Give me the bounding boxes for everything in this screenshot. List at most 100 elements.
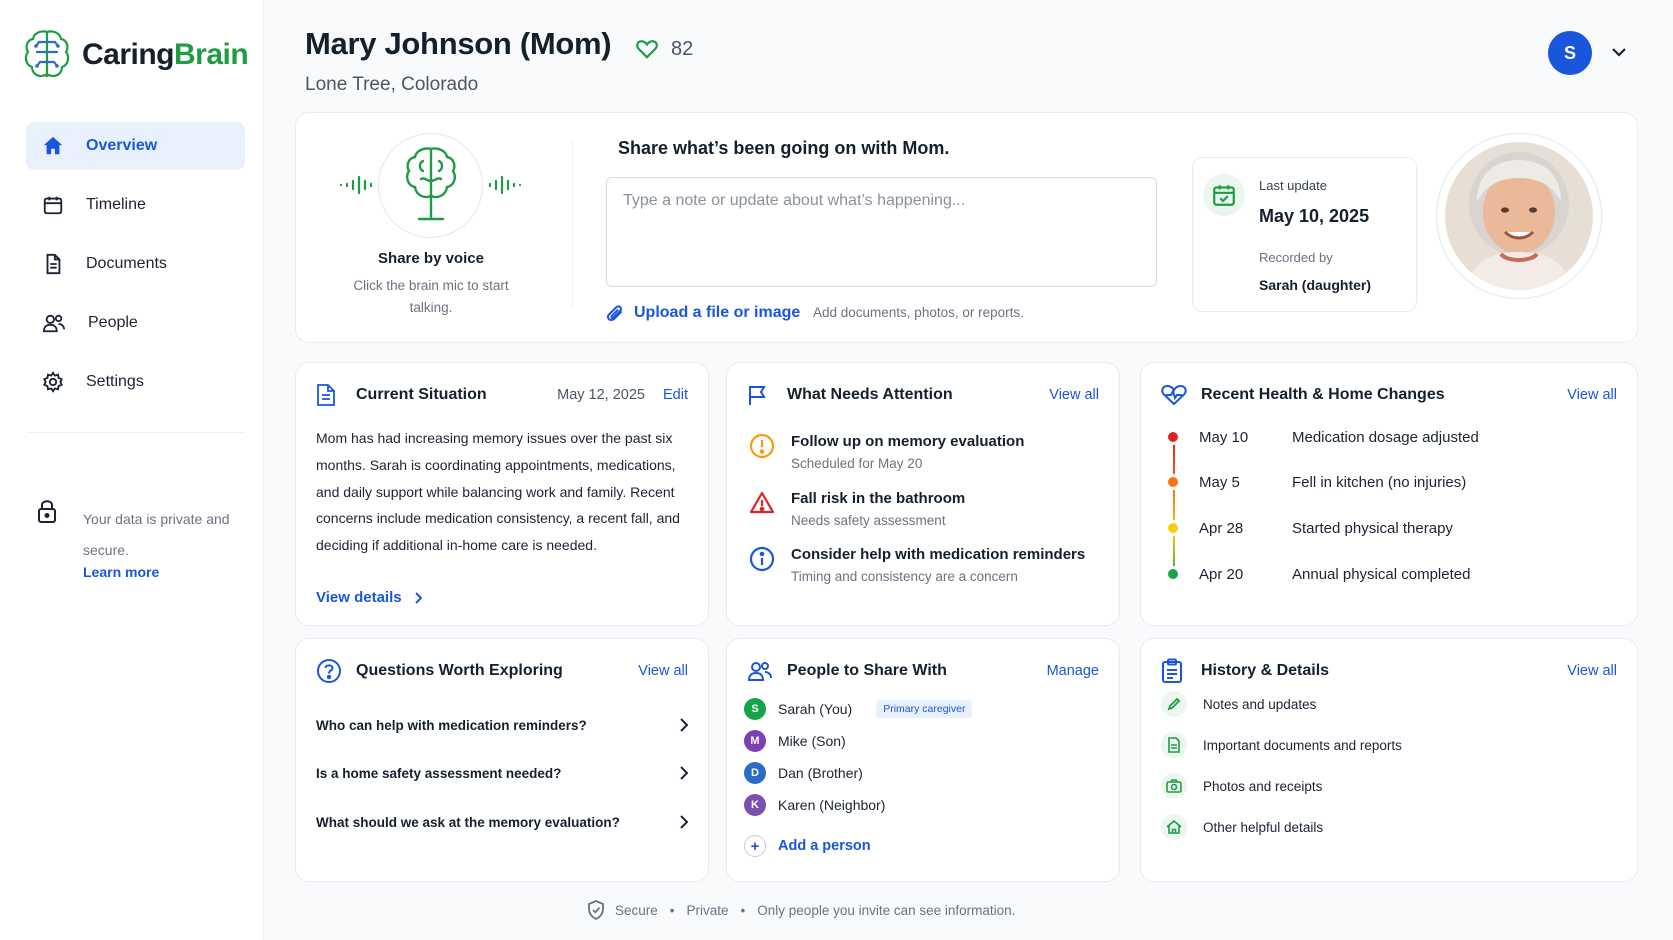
clipboard-icon [1162, 658, 1182, 683]
lock-icon [38, 500, 56, 523]
shield-icon [588, 900, 604, 920]
sidebar-item-overview[interactable]: Overview [26, 122, 245, 170]
question-icon [317, 659, 341, 683]
footer-private: Private [686, 902, 729, 918]
history-view-all-link[interactable]: View all [1567, 663, 1617, 679]
timeline-desc: Started physical therapy [1292, 519, 1453, 537]
home-icon [1161, 814, 1187, 840]
learn-more-link[interactable]: Learn more [83, 564, 159, 580]
sidebar-divider [26, 432, 245, 433]
recorded-by-name: Sarah (daughter) [1259, 277, 1372, 293]
logo[interactable]: CaringBrain [24, 28, 249, 82]
footer-secure: Secure [615, 902, 658, 918]
attention-item[interactable]: Consider help with medication reminders T… [749, 546, 1085, 584]
note-input[interactable] [606, 177, 1157, 287]
person-row[interactable]: S Sarah (You) Primary caregiver [744, 698, 973, 720]
history-item[interactable]: Important documents and reports [1161, 732, 1402, 758]
attention-item-title: Follow up on memory evaluation [791, 433, 1025, 450]
card-title: Current Situation [356, 386, 487, 403]
footer-security-note: Secure • Private • Only people you invit… [587, 900, 1015, 920]
warning-triangle-icon [749, 491, 775, 514]
timeline-date: May 10 [1199, 428, 1249, 446]
questions-view-all-link[interactable]: View all [638, 663, 688, 679]
user-avatar-button[interactable]: S [1548, 31, 1592, 75]
brand-part-2: Brain [174, 38, 249, 71]
last-update-date: May 10, 2025 [1259, 206, 1370, 226]
last-update-label: Last update [1259, 178, 1327, 193]
add-person-button[interactable]: + Add a person [744, 835, 871, 857]
sidebar-item-label: Settings [86, 373, 144, 390]
history-item[interactable]: Photos and receipts [1161, 773, 1322, 799]
history-item[interactable]: Notes and updates [1161, 691, 1316, 717]
sound-wave-left-icon [339, 175, 373, 195]
timeline-dot [1166, 475, 1180, 489]
person-row[interactable]: D Dan (Brother) [744, 762, 863, 784]
timeline-item[interactable]: Apr 28 Started physical therapy [1166, 520, 1453, 537]
questions-card: Questions Worth Exploring View all Who c… [295, 638, 709, 882]
card-title: Recent Health & Home Changes [1201, 386, 1445, 403]
question-item[interactable]: Who can help with medication reminders? [316, 711, 688, 739]
sidebar-item-people[interactable]: People [26, 299, 245, 347]
card-title: What Needs Attention [787, 386, 953, 403]
attention-item[interactable]: Follow up on memory evaluation Scheduled … [749, 433, 1024, 471]
sidebar-item-label: People [88, 314, 138, 331]
sidebar-item-settings[interactable]: Settings [26, 358, 245, 406]
people-card: People to Share With Manage S Sarah (You… [726, 638, 1120, 882]
sound-wave-right-icon [488, 175, 522, 195]
timeline-item[interactable]: May 5 Fell in kitchen (no injuries) [1166, 474, 1466, 491]
attention-item-title: Consider help with medication reminders [791, 546, 1086, 563]
chevron-right-icon [680, 718, 688, 732]
card-header: History & Details View all [1161, 655, 1617, 687]
sidebar-item-documents[interactable]: Documents [26, 240, 245, 288]
upload-file-button[interactable]: Upload a file or image [606, 303, 800, 323]
question-item[interactable]: What should we ask at the memory evaluat… [316, 808, 688, 836]
upload-hint: Add documents, photos, or reports. [813, 305, 1024, 320]
profile-photo [1436, 133, 1602, 299]
person-row[interactable]: K Karen (Neighbor) [744, 794, 885, 816]
sidebar-item-label: Overview [86, 137, 158, 154]
status-badge: Primary caregiver [876, 700, 973, 718]
footer-note: Only people you invite can see informati… [757, 902, 1016, 918]
brand-part-1: Caring [82, 38, 175, 71]
manage-people-link[interactable]: Manage [1047, 663, 1099, 679]
timeline-dot [1166, 567, 1180, 581]
card-title: People to Share With [787, 662, 947, 679]
people-icon [42, 314, 65, 333]
health-view-all-link[interactable]: View all [1567, 387, 1617, 403]
timeline-line [1173, 441, 1175, 581]
question-item[interactable]: Is a home safety assessment needed? [316, 759, 688, 787]
sidebar-nav: Overview Timeline Documents People Setti… [26, 122, 245, 417]
page-subtitle-location: Lone Tree, Colorado [305, 74, 479, 95]
attention-item-sub: Needs safety assessment [791, 513, 946, 528]
attention-view-all-link[interactable]: View all [1049, 387, 1099, 403]
privacy-text: Your data is private and secure. [83, 511, 230, 558]
edit-situation-link[interactable]: Edit [663, 387, 688, 403]
timeline-desc: Annual physical completed [1292, 565, 1471, 583]
timeline-date: Apr 28 [1199, 519, 1244, 537]
history-card: History & Details View all Notes and upd… [1140, 638, 1638, 882]
sidebar-item-timeline[interactable]: Timeline [26, 181, 245, 229]
document-icon [317, 384, 335, 406]
attention-item-sub: Timing and consistency are a concern [791, 569, 1018, 584]
card-title: Questions Worth Exploring [356, 662, 563, 679]
timeline-dot [1166, 521, 1180, 535]
timeline-item[interactable]: May 10 Medication dosage adjusted [1166, 429, 1479, 446]
share-prompt-title: Share what’s been going on with Mom. [618, 138, 950, 158]
people-icon [747, 662, 772, 681]
current-situation-card: Current Situation May 12, 2025 Edit Mom … [295, 362, 709, 626]
paperclip-icon [606, 305, 623, 321]
heart-icon [636, 40, 658, 59]
view-details-link[interactable]: View details [316, 589, 422, 606]
person-row[interactable]: M Mike (Son) [744, 730, 846, 752]
card-header: Current Situation May 12, 2025 Edit [316, 379, 688, 411]
person-name: Mike (Son) [778, 733, 846, 749]
camera-icon [1161, 773, 1187, 799]
chevron-down-icon[interactable] [1611, 46, 1627, 58]
calendar-icon [43, 196, 63, 215]
attention-item[interactable]: Fall risk in the bathroom Needs safety as… [749, 490, 965, 528]
separator-dot: • [740, 902, 746, 918]
flag-icon [749, 386, 766, 405]
history-item[interactable]: Other helpful details [1161, 814, 1323, 840]
brain-mic-button[interactable] [378, 133, 483, 238]
timeline-item[interactable]: Apr 20 Annual physical completed [1166, 566, 1470, 583]
